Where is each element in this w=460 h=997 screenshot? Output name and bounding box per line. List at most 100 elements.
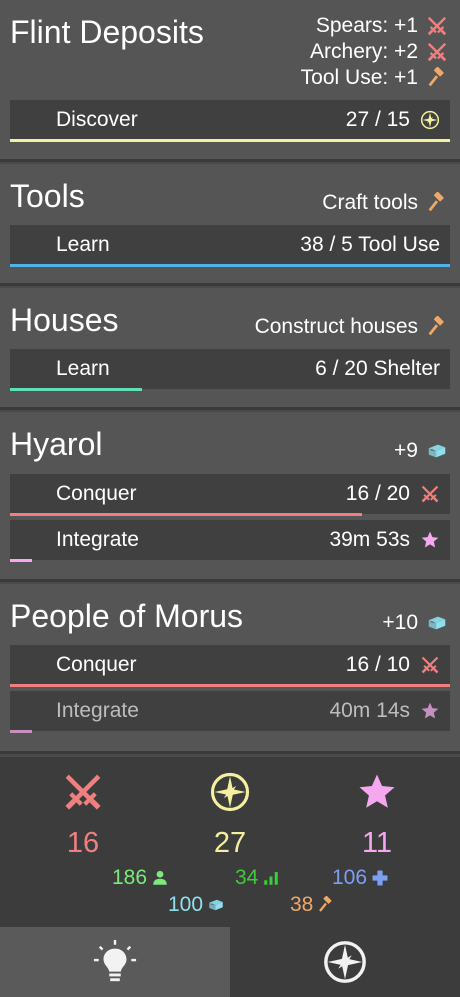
hammer-icon — [428, 192, 446, 212]
action-progress-text: 27 / 15 — [345, 108, 410, 131]
action-label: Conquer — [56, 653, 137, 676]
card-title: Hyarol — [10, 426, 103, 462]
person-icon — [153, 870, 167, 885]
culture-stat: 11 — [337, 771, 417, 860]
conquer-action[interactable]: Conquer 16 / 10 — [10, 645, 450, 687]
action-label: Learn — [56, 233, 110, 256]
plus-icon — [372, 870, 388, 886]
water-value: 100 — [168, 893, 204, 916]
bonus-craft-tools: Craft tools — [322, 191, 448, 215]
growth-value: 34 — [235, 866, 259, 889]
hammer-icon — [428, 67, 446, 87]
bonus-spears: Spears: +1 — [316, 14, 448, 38]
crossed-swords-icon — [62, 771, 104, 813]
military-stat: 16 — [43, 771, 123, 860]
culture-value: 11 — [361, 827, 393, 859]
tab-research[interactable] — [0, 927, 230, 997]
action-progress-text: 16 / 10 — [345, 653, 410, 676]
tools-value: 38 — [290, 893, 314, 916]
discover-action[interactable]: Discover 27 / 15 — [10, 100, 450, 142]
health-value: 106 — [332, 866, 368, 889]
population-value: 186 — [112, 866, 148, 889]
crossed-swords-icon — [421, 656, 439, 674]
integrate-action[interactable]: Integrate 40m 14s — [10, 691, 450, 733]
tab-explore[interactable] — [230, 927, 460, 997]
action-value: 16 / 10 — [346, 653, 440, 677]
water-icon — [428, 444, 446, 458]
progress-bar — [10, 264, 450, 267]
card-title: Flint Deposits — [10, 14, 204, 50]
water-icon — [208, 899, 224, 911]
military-value: 16 — [66, 827, 100, 859]
crossed-swords-icon — [427, 42, 447, 62]
star-icon — [421, 702, 439, 719]
action-value: 39m 53s — [329, 528, 440, 552]
star-icon — [421, 531, 439, 548]
action-label: Integrate — [56, 699, 139, 722]
action-progress-text: 38 / 5 Tool Use — [300, 233, 440, 256]
bonus-construct-houses: Construct houses — [255, 315, 448, 339]
health-stat: 106 — [332, 866, 389, 890]
water-stat: 100 — [168, 893, 225, 917]
star-icon — [359, 774, 395, 808]
growth-stat: 34 — [235, 866, 280, 890]
learn-action[interactable]: Learn 6 / 20 Shelter — [10, 349, 450, 391]
bonus-label: +9 — [394, 439, 418, 462]
bonus-archery: Archery: +2 — [310, 40, 448, 64]
action-timer: 40m 14s — [329, 699, 410, 722]
card-tools: Tools Craft tools Learn 38 / 5 Tool Use — [0, 164, 460, 286]
compass-icon — [210, 772, 250, 812]
water-icon — [428, 616, 446, 630]
bonus-label: Spears: +1 — [315, 14, 418, 37]
learn-action[interactable]: Learn 38 / 5 Tool Use — [10, 225, 450, 267]
action-timer: 39m 53s — [329, 528, 410, 551]
conquer-action[interactable]: Conquer 16 / 20 — [10, 474, 450, 516]
progress-bar — [10, 513, 362, 516]
population-stat: 186 — [112, 866, 169, 890]
exploration-stat: 27 — [190, 771, 270, 860]
card-title: Houses — [10, 302, 119, 338]
exploration-value: 27 — [213, 827, 247, 859]
action-value: 38 / 5 Tool Use — [300, 233, 440, 257]
card-houses: Houses Construct houses Learn 6 / 20 She… — [0, 288, 460, 410]
bonus-label: Archery: +2 — [310, 40, 418, 63]
compass-icon — [420, 110, 440, 130]
resource-stats-panel: 16 27 11 186 34 106 100 38 — [0, 757, 460, 927]
bonus-label: +10 — [382, 611, 418, 634]
lightbulb-icon — [92, 939, 138, 983]
bonus-label: Tool Use: +1 — [300, 66, 418, 89]
progress-bar — [10, 388, 142, 391]
action-progress-text: 16 / 20 — [345, 482, 410, 505]
hammer-icon — [428, 316, 446, 336]
progress-bar — [10, 139, 450, 142]
action-progress-text: 6 / 20 Shelter — [315, 357, 440, 380]
bonus-water: +9 — [394, 439, 448, 463]
progress-bar — [10, 730, 32, 733]
card-people-of-morus: People of Morus +10 Conquer 16 / 10 Inte… — [0, 584, 460, 754]
progress-bar — [10, 684, 450, 687]
bonus-tool-use: Tool Use: +1 — [301, 66, 448, 90]
action-label: Integrate — [56, 528, 139, 551]
crossed-swords-icon — [427, 16, 447, 36]
action-label: Conquer — [56, 482, 137, 505]
bonus-label: Craft tools — [322, 191, 418, 214]
action-value: 40m 14s — [329, 699, 440, 723]
crossed-swords-icon — [421, 485, 439, 503]
integrate-action[interactable]: Integrate 39m 53s — [10, 520, 450, 562]
card-flint-deposits: Flint Deposits Spears: +1 Archery: +2 To… — [0, 0, 460, 162]
bar-chart-icon — [264, 872, 279, 885]
card-title: Tools — [10, 178, 85, 214]
action-value: 16 / 20 — [346, 482, 440, 506]
action-value: 27 / 15 — [346, 108, 440, 132]
card-hyarol: Hyarol +9 Conquer 16 / 20 Integrate 39m … — [0, 412, 460, 582]
bonus-label: Construct houses — [254, 315, 418, 338]
compass-icon — [324, 941, 366, 983]
action-label: Discover — [56, 108, 138, 131]
progress-bar — [10, 559, 32, 562]
card-title: People of Morus — [10, 598, 244, 634]
bonus-water: +10 — [382, 611, 448, 635]
bottom-tab-bar — [0, 927, 460, 997]
hammer-icon — [319, 896, 334, 913]
action-value: 6 / 20 Shelter — [315, 357, 440, 381]
tools-stat: 38 — [290, 893, 335, 917]
